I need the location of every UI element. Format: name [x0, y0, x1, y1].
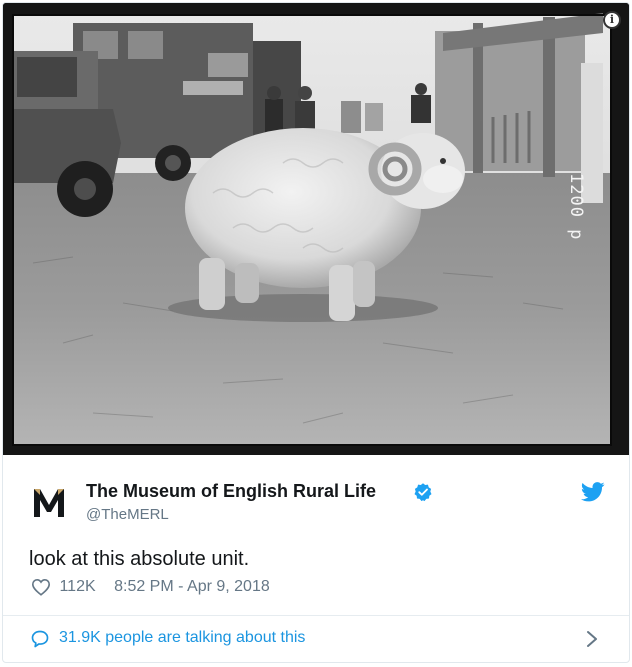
conversation-count-text[interactable]: 31.9K people are talking about this — [59, 629, 305, 647]
tweet-photo[interactable]: 1200 p i — [3, 3, 629, 455]
like-count[interactable]: 112K — [59, 578, 95, 595]
verified-badge-icon — [414, 483, 432, 502]
tweet-timestamp[interactable]: 8:52 PM - Apr 9, 2018 — [114, 578, 270, 595]
account-handle[interactable]: @TheMERL — [86, 506, 169, 523]
negative-plate-number: 1200 p — [566, 173, 586, 241]
tweet-header: The Museum of English Rural Life @TheMER… — [29, 479, 609, 527]
merl-logo-avatar[interactable] — [29, 483, 69, 523]
embedded-tweet-card: 1200 p i The Museum of English Rural Lif… — [2, 2, 630, 663]
speech-bubble-icon — [31, 630, 49, 648]
chevron-right-icon[interactable] — [585, 629, 599, 649]
info-icon[interactable]: i — [603, 11, 621, 29]
heart-icon[interactable] — [31, 578, 51, 596]
tweet-text: look at this absolute unit. — [29, 548, 250, 570]
sheep-photograph — [3, 3, 629, 455]
conversation-link[interactable]: 31.9K people are talking about this — [3, 616, 629, 662]
twitter-bird-icon[interactable] — [581, 482, 605, 502]
tweet-meta: 112K 8:52 PM - Apr 9, 2018 — [31, 578, 270, 600]
account-display-name[interactable]: The Museum of English Rural Life — [86, 481, 376, 502]
